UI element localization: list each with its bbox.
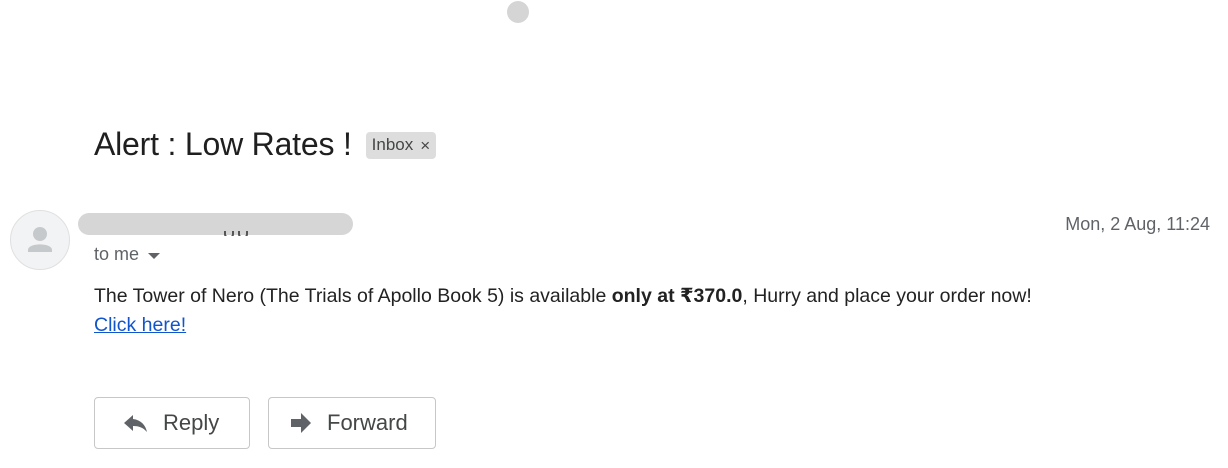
body-price-text: only at ₹370.0 <box>611 285 743 307</box>
sender-name-redacted <box>78 213 353 235</box>
email-date: Mon, 2 Aug, 11:24 <box>1065 214 1210 234</box>
forward-arrow-icon <box>289 412 313 434</box>
loading-indicator <box>507 1 529 23</box>
email-subject: Alert : Low Rates ! <box>94 126 352 162</box>
label-chip-text: Inbox <box>371 135 414 154</box>
person-icon <box>28 227 52 252</box>
reply-label: Reply <box>163 410 220 435</box>
inbox-label-chip: Inbox × <box>365 132 437 159</box>
forward-label: Forward <box>327 410 408 435</box>
subject-row: Alert : Low Rates ! Inbox × <box>94 126 437 163</box>
forward-button[interactable]: Forward <box>268 397 436 449</box>
chevron-down-icon[interactable] <box>148 252 161 259</box>
recipient-row: to me <box>94 244 161 265</box>
click-here-link[interactable]: Click here! <box>94 314 186 336</box>
body-text-after: , Hurry and place your order now! <box>742 285 1032 307</box>
email-body-text: The Tower of Nero (The Trials of Apollo … <box>94 285 1032 307</box>
recipient-text: to me <box>94 244 140 264</box>
reply-button[interactable]: Reply <box>94 397 250 449</box>
reply-arrow-icon <box>123 413 149 433</box>
remove-label-icon[interactable]: × <box>420 137 430 154</box>
body-text-before: The Tower of Nero (The Trials of Apollo … <box>94 285 612 307</box>
sender-avatar[interactable] <box>10 210 70 270</box>
sender-name-fragment <box>224 226 254 236</box>
